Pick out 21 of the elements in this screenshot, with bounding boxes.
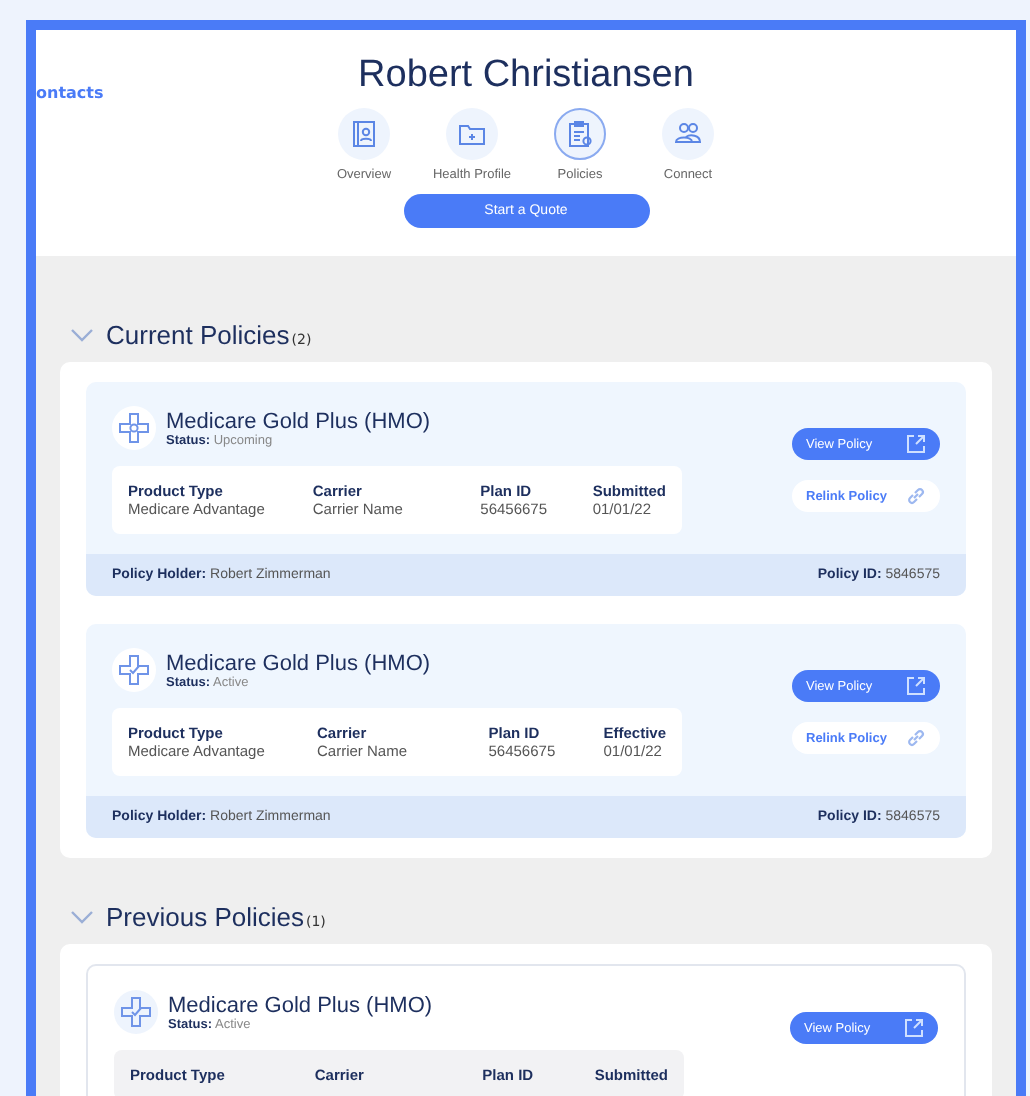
policy-name: Medicare Gold Plus (HMO) (166, 409, 431, 433)
cross-check-icon (120, 996, 152, 1028)
link-icon (906, 728, 926, 748)
section-title: Previous Policies (106, 902, 304, 932)
section-title: Current Policies (106, 320, 290, 350)
contact-card-icon (350, 120, 378, 148)
contact-name: Robert Christiansen (358, 54, 694, 98)
chevron-icon[interactable] (70, 327, 94, 343)
policy-name: Medicare Gold Plus (HMO) (168, 993, 433, 1017)
link-icon (906, 486, 926, 506)
external-link-icon (904, 1018, 924, 1038)
external-link-icon (906, 676, 926, 696)
contacts-link[interactable]: ontacts (36, 84, 104, 102)
cross-check-icon (118, 654, 150, 686)
policy-name: Medicare Gold Plus (HMO) (166, 651, 431, 675)
cross-gear-icon (118, 412, 150, 444)
people-icon (674, 120, 702, 148)
folder-icon (458, 120, 486, 148)
external-link-icon (906, 434, 926, 454)
chevron-icon[interactable] (70, 909, 94, 925)
clipboard-icon (566, 120, 594, 148)
